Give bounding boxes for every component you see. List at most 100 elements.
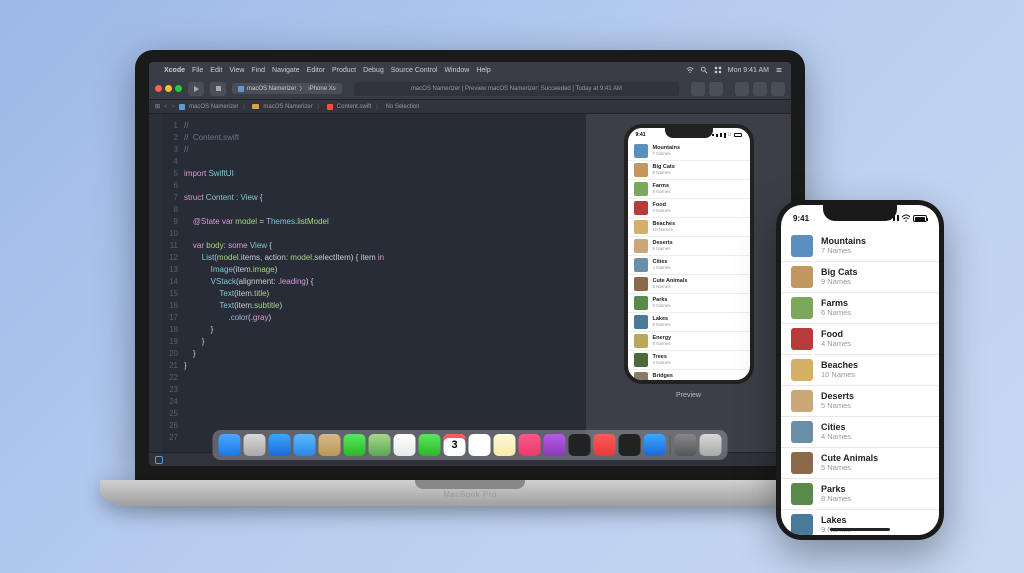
dock-app-tv[interactable] [569, 434, 591, 456]
dock-app-facetime[interactable] [419, 434, 441, 456]
list-item[interactable]: Food 4 Names [781, 324, 939, 355]
menubar-clock[interactable]: Mon 9:41 AM [728, 67, 769, 74]
crumb-file[interactable]: Content.swift [337, 104, 372, 110]
dock-app-podcasts[interactable] [544, 434, 566, 456]
list-item-image [791, 266, 813, 288]
menubar-item-find[interactable]: Find [251, 67, 265, 74]
list-item[interactable]: Parks 8 Names [781, 479, 939, 510]
menubar-item-navigate[interactable]: Navigate [272, 67, 300, 74]
list-item[interactable]: Deserts 5 Names [628, 237, 750, 256]
code-review-button[interactable] [709, 82, 723, 96]
window-close-button[interactable] [155, 85, 162, 92]
swiftui-preview-canvas[interactable]: 9:41 􀙇 Mountains 7 Names Big Cats 9 Name… [586, 114, 791, 452]
home-indicator[interactable] [830, 528, 890, 531]
menubar-item-view[interactable]: View [229, 67, 244, 74]
xcode-jump-bar[interactable]: ⊞ <> macOS Namerizer 〉 macOS Namerizer 〉… [149, 100, 791, 114]
list-item[interactable]: Lakes 9 Names [628, 313, 750, 332]
preview-device[interactable]: 9:41 􀙇 Mountains 7 Names Big Cats 9 Name… [624, 124, 754, 384]
dock-app-reminders[interactable] [469, 434, 491, 456]
dock-separator [670, 435, 671, 455]
list-item[interactable]: Cities 4 Names [628, 256, 750, 275]
dock-app-finder[interactable] [219, 434, 241, 456]
list-item[interactable]: Mountains 7 Names [781, 231, 939, 262]
list-item[interactable]: Food 4 Names [628, 199, 750, 218]
menubar-item-sourcecontrol[interactable]: Source Control [391, 67, 438, 74]
library-button[interactable] [691, 82, 705, 96]
crumb-project[interactable]: macOS Namerizer [189, 104, 238, 110]
list-item-image [634, 182, 648, 196]
scheme-selector[interactable]: macOS Namerizer 〉 iPhone Xs [232, 83, 342, 94]
xcode-toolbar: macOS Namerizer 〉 iPhone Xs macOS Nameri… [149, 78, 791, 100]
crumb-folder[interactable]: macOS Namerizer [263, 104, 312, 110]
code-text[interactable]: //// Content.swift// import SwiftUI stru… [184, 120, 586, 452]
iphone-notch [823, 205, 897, 221]
menubar-item-edit[interactable]: Edit [210, 67, 222, 74]
crumb-selection[interactable]: No Selection [385, 104, 419, 110]
macos-dock[interactable]: 3 [213, 430, 728, 460]
list-item[interactable]: Mountains 7 Names [628, 142, 750, 161]
list-item[interactable]: Farms 6 Names [628, 180, 750, 199]
menubar-app-name[interactable]: Xcode [164, 67, 185, 74]
list-item[interactable]: Big Cats 9 Names [628, 161, 750, 180]
dock-app-settings[interactable] [675, 434, 697, 456]
source-editor[interactable]: 1234567891011121314151617181920212223242… [162, 114, 586, 452]
toggle-left-panel-button[interactable] [735, 82, 749, 96]
dock-app-photos[interactable] [394, 434, 416, 456]
stop-button[interactable] [210, 82, 226, 96]
spotlight-icon[interactable] [700, 66, 708, 74]
list-item-subtitle: 4 Names [653, 266, 671, 271]
list-item[interactable]: Lakes 9 Names [781, 510, 939, 535]
list-item[interactable]: Big Cats 9 Names [781, 262, 939, 293]
dock-app-appstore[interactable] [644, 434, 666, 456]
list-item[interactable]: Beaches 10 Names [628, 218, 750, 237]
iphone-device: 9:41 Mountains 7 Names Big Cats 9 Names … [776, 200, 944, 540]
dock-trash[interactable] [700, 434, 722, 456]
dock-app-notes[interactable] [494, 434, 516, 456]
dock-app-maps[interactable] [369, 434, 391, 456]
list-item[interactable]: Energy 8 Names [628, 332, 750, 351]
list-item[interactable]: Cute Animals 5 Names [628, 275, 750, 294]
navigator-collapsed[interactable] [149, 114, 162, 452]
macos-menubar: Xcode File Edit View Find Navigate Edito… [149, 62, 791, 78]
related-items-icon[interactable]: ⊞ [155, 103, 160, 110]
iphone-app-list[interactable]: Mountains 7 Names Big Cats 9 Names Farms… [781, 231, 939, 535]
dock-app-mail[interactable] [294, 434, 316, 456]
dock-app-news[interactable] [594, 434, 616, 456]
wifi-icon[interactable] [686, 66, 694, 74]
menubar-item-file[interactable]: File [192, 67, 203, 74]
control-center-icon[interactable] [714, 66, 722, 74]
list-item[interactable]: Farms 6 Names [781, 293, 939, 324]
list-item[interactable]: Deserts 5 Names [781, 386, 939, 417]
dock-app-safari[interactable] [269, 434, 291, 456]
toggle-bottom-panel-button[interactable] [753, 82, 767, 96]
menubar-item-window[interactable]: Window [444, 67, 469, 74]
dock-app-stocks[interactable] [619, 434, 641, 456]
debug-view-icon[interactable] [155, 456, 163, 464]
run-button[interactable] [188, 82, 204, 96]
list-item[interactable]: Cute Animals 5 Names [781, 448, 939, 479]
dock-app-calendar[interactable]: 3 [444, 434, 466, 456]
menubar-item-debug[interactable]: Debug [363, 67, 384, 74]
dock-app-contacts[interactable] [319, 434, 341, 456]
menubar-item-product[interactable]: Product [332, 67, 356, 74]
menubar-item-help[interactable]: Help [476, 67, 490, 74]
dock-app-messages[interactable] [344, 434, 366, 456]
list-item[interactable]: Trees 3 Names [628, 351, 750, 370]
macbook-base: MacBook Pro [100, 480, 840, 506]
notification-center-icon[interactable] [775, 66, 783, 74]
dock-app-music[interactable] [519, 434, 541, 456]
window-zoom-button[interactable] [175, 85, 182, 92]
list-item[interactable]: Parks 8 Names [628, 294, 750, 313]
list-item[interactable]: Beaches 10 Names [781, 355, 939, 386]
list-item[interactable]: Cities 4 Names [781, 417, 939, 448]
list-item-subtitle: 3 Names [653, 361, 671, 366]
preview-list[interactable]: Mountains 7 Names Big Cats 9 Names Farms… [628, 142, 750, 380]
swift-file-icon [327, 104, 333, 110]
list-item-image [791, 297, 813, 319]
toggle-right-panel-button[interactable] [771, 82, 785, 96]
list-item[interactable]: Bridges 4 Names [628, 370, 750, 380]
list-item-image [791, 421, 813, 443]
dock-app-launchpad[interactable] [244, 434, 266, 456]
menubar-item-editor[interactable]: Editor [307, 67, 325, 74]
window-minimize-button[interactable] [165, 85, 172, 92]
